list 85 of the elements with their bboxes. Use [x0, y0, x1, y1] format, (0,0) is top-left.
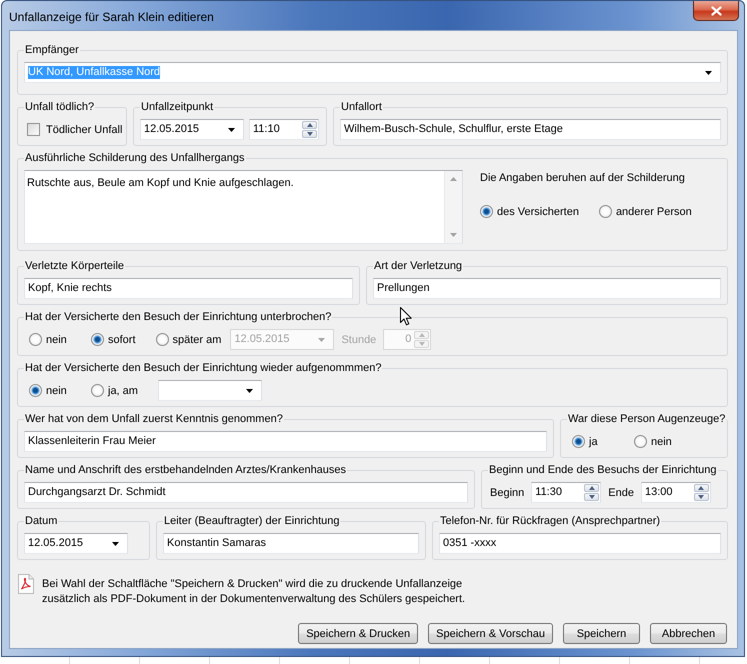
- radio-button[interactable]: [598, 205, 612, 218]
- date-dropdown[interactable]: 12.05.2015: [140, 119, 244, 140]
- radio-label[interactable]: nein: [46, 334, 67, 346]
- text-field[interactable]: Klassenleiterin Frau Meier: [24, 431, 547, 452]
- pdf-document-icon: [18, 574, 34, 594]
- mouse-pointer-icon: [400, 307, 412, 326]
- radio-button[interactable]: [91, 333, 104, 346]
- spin-up-button[interactable]: [584, 484, 600, 492]
- radio-button[interactable]: [29, 384, 42, 397]
- caret-down-icon: [112, 542, 119, 546]
- radio-button[interactable]: [480, 205, 493, 218]
- close-icon: [710, 6, 722, 16]
- group-label: Verletzte Körperteile: [24, 260, 126, 273]
- group-label: Datum: [24, 515, 58, 528]
- radio-button[interactable]: [91, 384, 104, 397]
- text-field[interactable]: 0351 -xxxx: [439, 533, 721, 554]
- checkbox[interactable]: [27, 123, 40, 136]
- group-label: Hat der Versicherte den Besuch der Einrichtung wieder aufgenommmen?: [24, 362, 382, 375]
- radio-label[interactable]: ja, am: [108, 384, 138, 396]
- group-label: Name und Anschrift des erstbehandelnden Arztes/Krankenhauses: [24, 464, 348, 477]
- arrow-up-icon: [306, 123, 312, 127]
- group-label: Ausführliche Schilderung des Unfallhergangs: [24, 152, 246, 165]
- text-field[interactable]: Konstantin Samaras: [163, 533, 419, 554]
- arrow-down-icon: [450, 233, 457, 237]
- caret-down-icon: [228, 128, 235, 132]
- radio-button[interactable]: [634, 435, 647, 448]
- info-text: Bei Wahl der Schaltfläche "Speichern & Drucken" wird die zu druckende Unfallanzeige zusätzlich als PDF-Dokument in der Dokumentenverwaltung des Schülers gespeichert.: [42, 577, 466, 607]
- time-field[interactable]: 11:30: [531, 482, 602, 503]
- scrollbar[interactable]: [444, 171, 462, 243]
- group-label: Unfallzeitpunkt: [140, 101, 214, 114]
- arrow-up-icon: [450, 177, 457, 181]
- radio-label[interactable]: des Versicherten: [497, 206, 579, 218]
- caret-down-icon: [246, 388, 253, 392]
- text-area[interactable]: Rutschte aus, Beule am Kopf und Knie aufgeschlagen.: [24, 170, 463, 244]
- group-label: Unfall tödlich?: [24, 101, 96, 114]
- group-label: Beginn und Ende des Besuchs der Einrichtung: [488, 464, 718, 477]
- group-label: Telefon-Nr. für Rückfragen (Ansprechpartner): [439, 515, 662, 528]
- radio-label[interactable]: anderer Person: [616, 206, 692, 218]
- time-field[interactable]: 11:10: [249, 119, 319, 140]
- cancel-button[interactable]: Abbrechen: [650, 623, 727, 644]
- date-dropdown[interactable]: 12.05.2015: [24, 533, 128, 554]
- caret-down-icon: [318, 338, 326, 342]
- save-button[interactable]: Speichern: [563, 623, 640, 644]
- radio-button[interactable]: [156, 333, 169, 346]
- field-label: Ende: [608, 486, 634, 498]
- group-label: Art der Verletzung: [373, 260, 464, 273]
- spin-up-button[interactable]: [302, 121, 317, 129]
- radio-label[interactable]: nein: [651, 436, 672, 448]
- save-and-print-button[interactable]: Speichern & Drucken: [298, 623, 418, 644]
- text-field[interactable]: Durchgangsarzt Dr. Schmidt: [24, 482, 468, 503]
- radio-label[interactable]: sofort: [108, 334, 136, 346]
- selected-text: UK Nord, Unfallkasse Nord: [28, 66, 160, 79]
- radio-button[interactable]: [572, 435, 585, 448]
- group-label: Empfänger: [24, 44, 80, 57]
- checkbox-label[interactable]: Tödlicher Unfall: [46, 124, 122, 136]
- radio-label[interactable]: nein: [46, 384, 67, 396]
- field-label: Beginn: [490, 486, 524, 498]
- group-label: Wer hat von dem Unfall zuerst Kenntnis genommen?: [24, 413, 284, 426]
- radio-label[interactable]: später am: [172, 334, 222, 346]
- arrow-down-icon: [698, 495, 704, 499]
- save-and-preview-button[interactable]: Speichern & Vorschau: [428, 623, 553, 644]
- spin-up-button[interactable]: [694, 484, 709, 492]
- text-field[interactable]: Prellungen: [373, 278, 721, 299]
- group-label: War diese Person Augenzeuge?: [567, 413, 726, 426]
- spin-down-button[interactable]: [694, 493, 709, 501]
- group-label: Unfallort: [340, 101, 383, 114]
- radio-label[interactable]: ja: [589, 436, 598, 448]
- text-field[interactable]: Kopf, Knie rechts: [24, 278, 353, 299]
- group-label: Hat der Versicherte den Besuch der Einrichtung unterbrochen?: [24, 311, 332, 324]
- arrow-up-icon: [588, 486, 595, 490]
- close-button[interactable]: [693, 1, 739, 21]
- arrow-down-icon: [588, 495, 595, 499]
- date-dropdown[interactable]: [158, 380, 262, 401]
- time-field[interactable]: 13:00: [640, 482, 711, 503]
- spin-down-button[interactable]: [584, 493, 600, 501]
- question-label: Die Angaben beruhen auf der Schilderung: [480, 172, 686, 185]
- group-label: Leiter (Beauftragter) der Einrichtung: [163, 515, 340, 528]
- text-field[interactable]: Wilhem-Busch-Schule, Schulflur, erste Etage: [340, 119, 721, 140]
- spin-down-button[interactable]: [302, 130, 317, 138]
- field-label: Stunde: [341, 334, 376, 346]
- caret-down-icon: [705, 70, 712, 74]
- radio-button[interactable]: [29, 333, 42, 346]
- arrow-down-icon: [306, 132, 312, 136]
- arrow-up-icon: [698, 486, 704, 490]
- window-title: Unfallanzeige für Sarah Klein editieren: [9, 10, 214, 24]
